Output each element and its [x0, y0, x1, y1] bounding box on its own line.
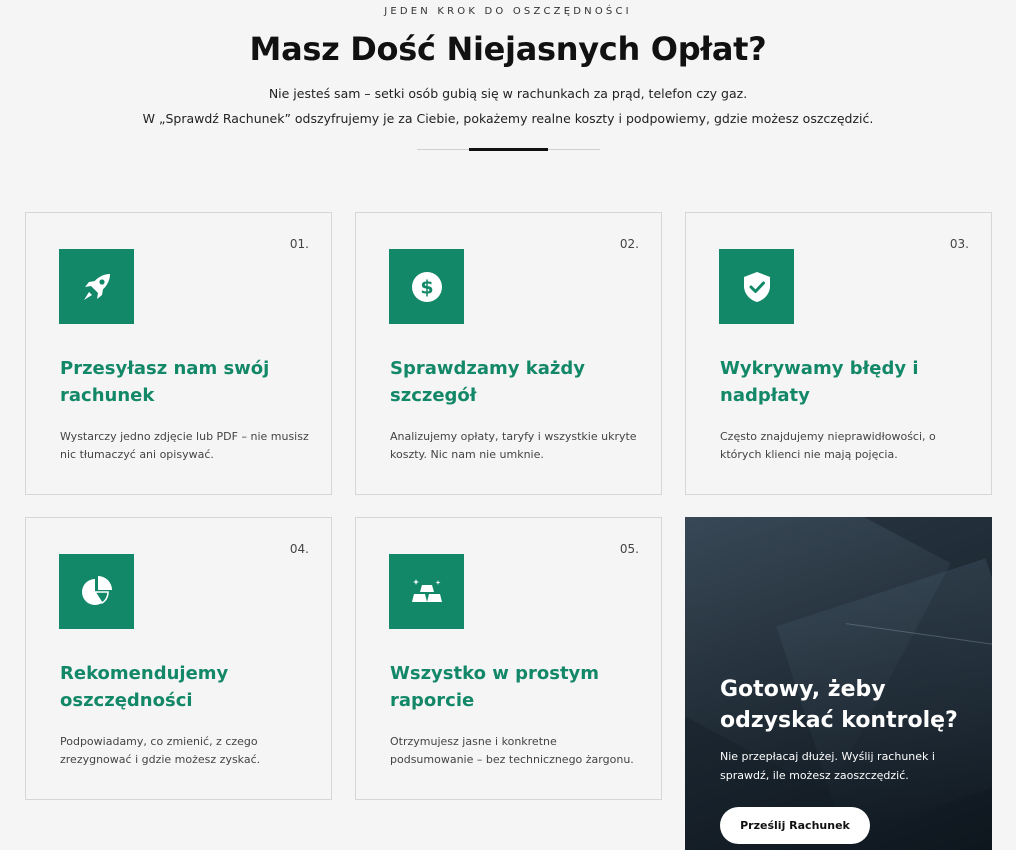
page-title: Masz Dość Niejasnych Opłat? [249, 30, 767, 68]
step-title: Sprawdzamy każdy szczegół [390, 358, 585, 406]
step-description: Podpowiadamy, co zmienić, z czego zrezyg… [60, 735, 261, 766]
step-title: Wykrywamy błędy i nadpłaty [720, 358, 919, 406]
step-card-2: 02. $ Sprawdzamy każdy szczegół Analizuj… [355, 212, 662, 495]
rocket-icon [59, 249, 134, 324]
step-title: Wszystko w prostym raporcie [390, 663, 600, 711]
upload-bill-button[interactable]: Prześlij Rachunek [720, 807, 870, 844]
shield-check-icon [719, 249, 794, 324]
cta-title: Gotowy, żeby odzyskać kontrolę? [720, 677, 958, 733]
step-card-5: 05. Wszystko w prostym raporcie Otrzymuj… [355, 517, 662, 800]
step-card-1: 01. Przesyłasz nam swój rachunek Wystarc… [25, 212, 332, 495]
step-number: 01. [289, 237, 309, 251]
dollar-icon: $ [389, 249, 464, 324]
section-divider-accent [469, 148, 548, 151]
pie-chart-icon [59, 554, 134, 629]
subtitle-line-1: Nie jesteś sam – setki osób gubią się w … [268, 86, 748, 101]
step-title: Przesyłasz nam swój rachunek [60, 358, 270, 406]
cta-description: Nie przepłacaj dłużej. Wyślij rachunek i… [720, 750, 935, 782]
step-description: Analizujemy opłaty, taryfy i wszystkie u… [390, 430, 637, 461]
step-card-3: 03. Wykrywamy błędy i nadpłaty Często zn… [685, 212, 992, 495]
step-number: 05. [619, 542, 639, 556]
step-number: 02. [619, 237, 639, 251]
step-title: Rekomendujemy oszczędności [60, 663, 229, 711]
step-description: Często znajdujemy nieprawidłowości, o kt… [720, 430, 936, 461]
step-description: Otrzymujesz jasne i konkretne podsumowan… [390, 735, 634, 766]
subtitle-line-2: W „Sprawdź Rachunek” odszyfrujemy je za … [142, 111, 874, 126]
cta-card: Gotowy, żeby odzyskać kontrolę? Nie prze… [685, 517, 992, 850]
step-description: Wystarczy jedno zdjęcie lub PDF – nie mu… [60, 430, 309, 461]
section-eyebrow: JEDEN KROK DO OSZCZĘDNOŚCI [384, 6, 632, 17]
step-number: 04. [289, 542, 309, 556]
svg-text:$: $ [420, 276, 433, 298]
gold-bars-icon [389, 554, 464, 629]
step-card-4: 04. Rekomendujemy oszczędności Podpowiad… [25, 517, 332, 800]
step-number: 03. [949, 237, 969, 251]
